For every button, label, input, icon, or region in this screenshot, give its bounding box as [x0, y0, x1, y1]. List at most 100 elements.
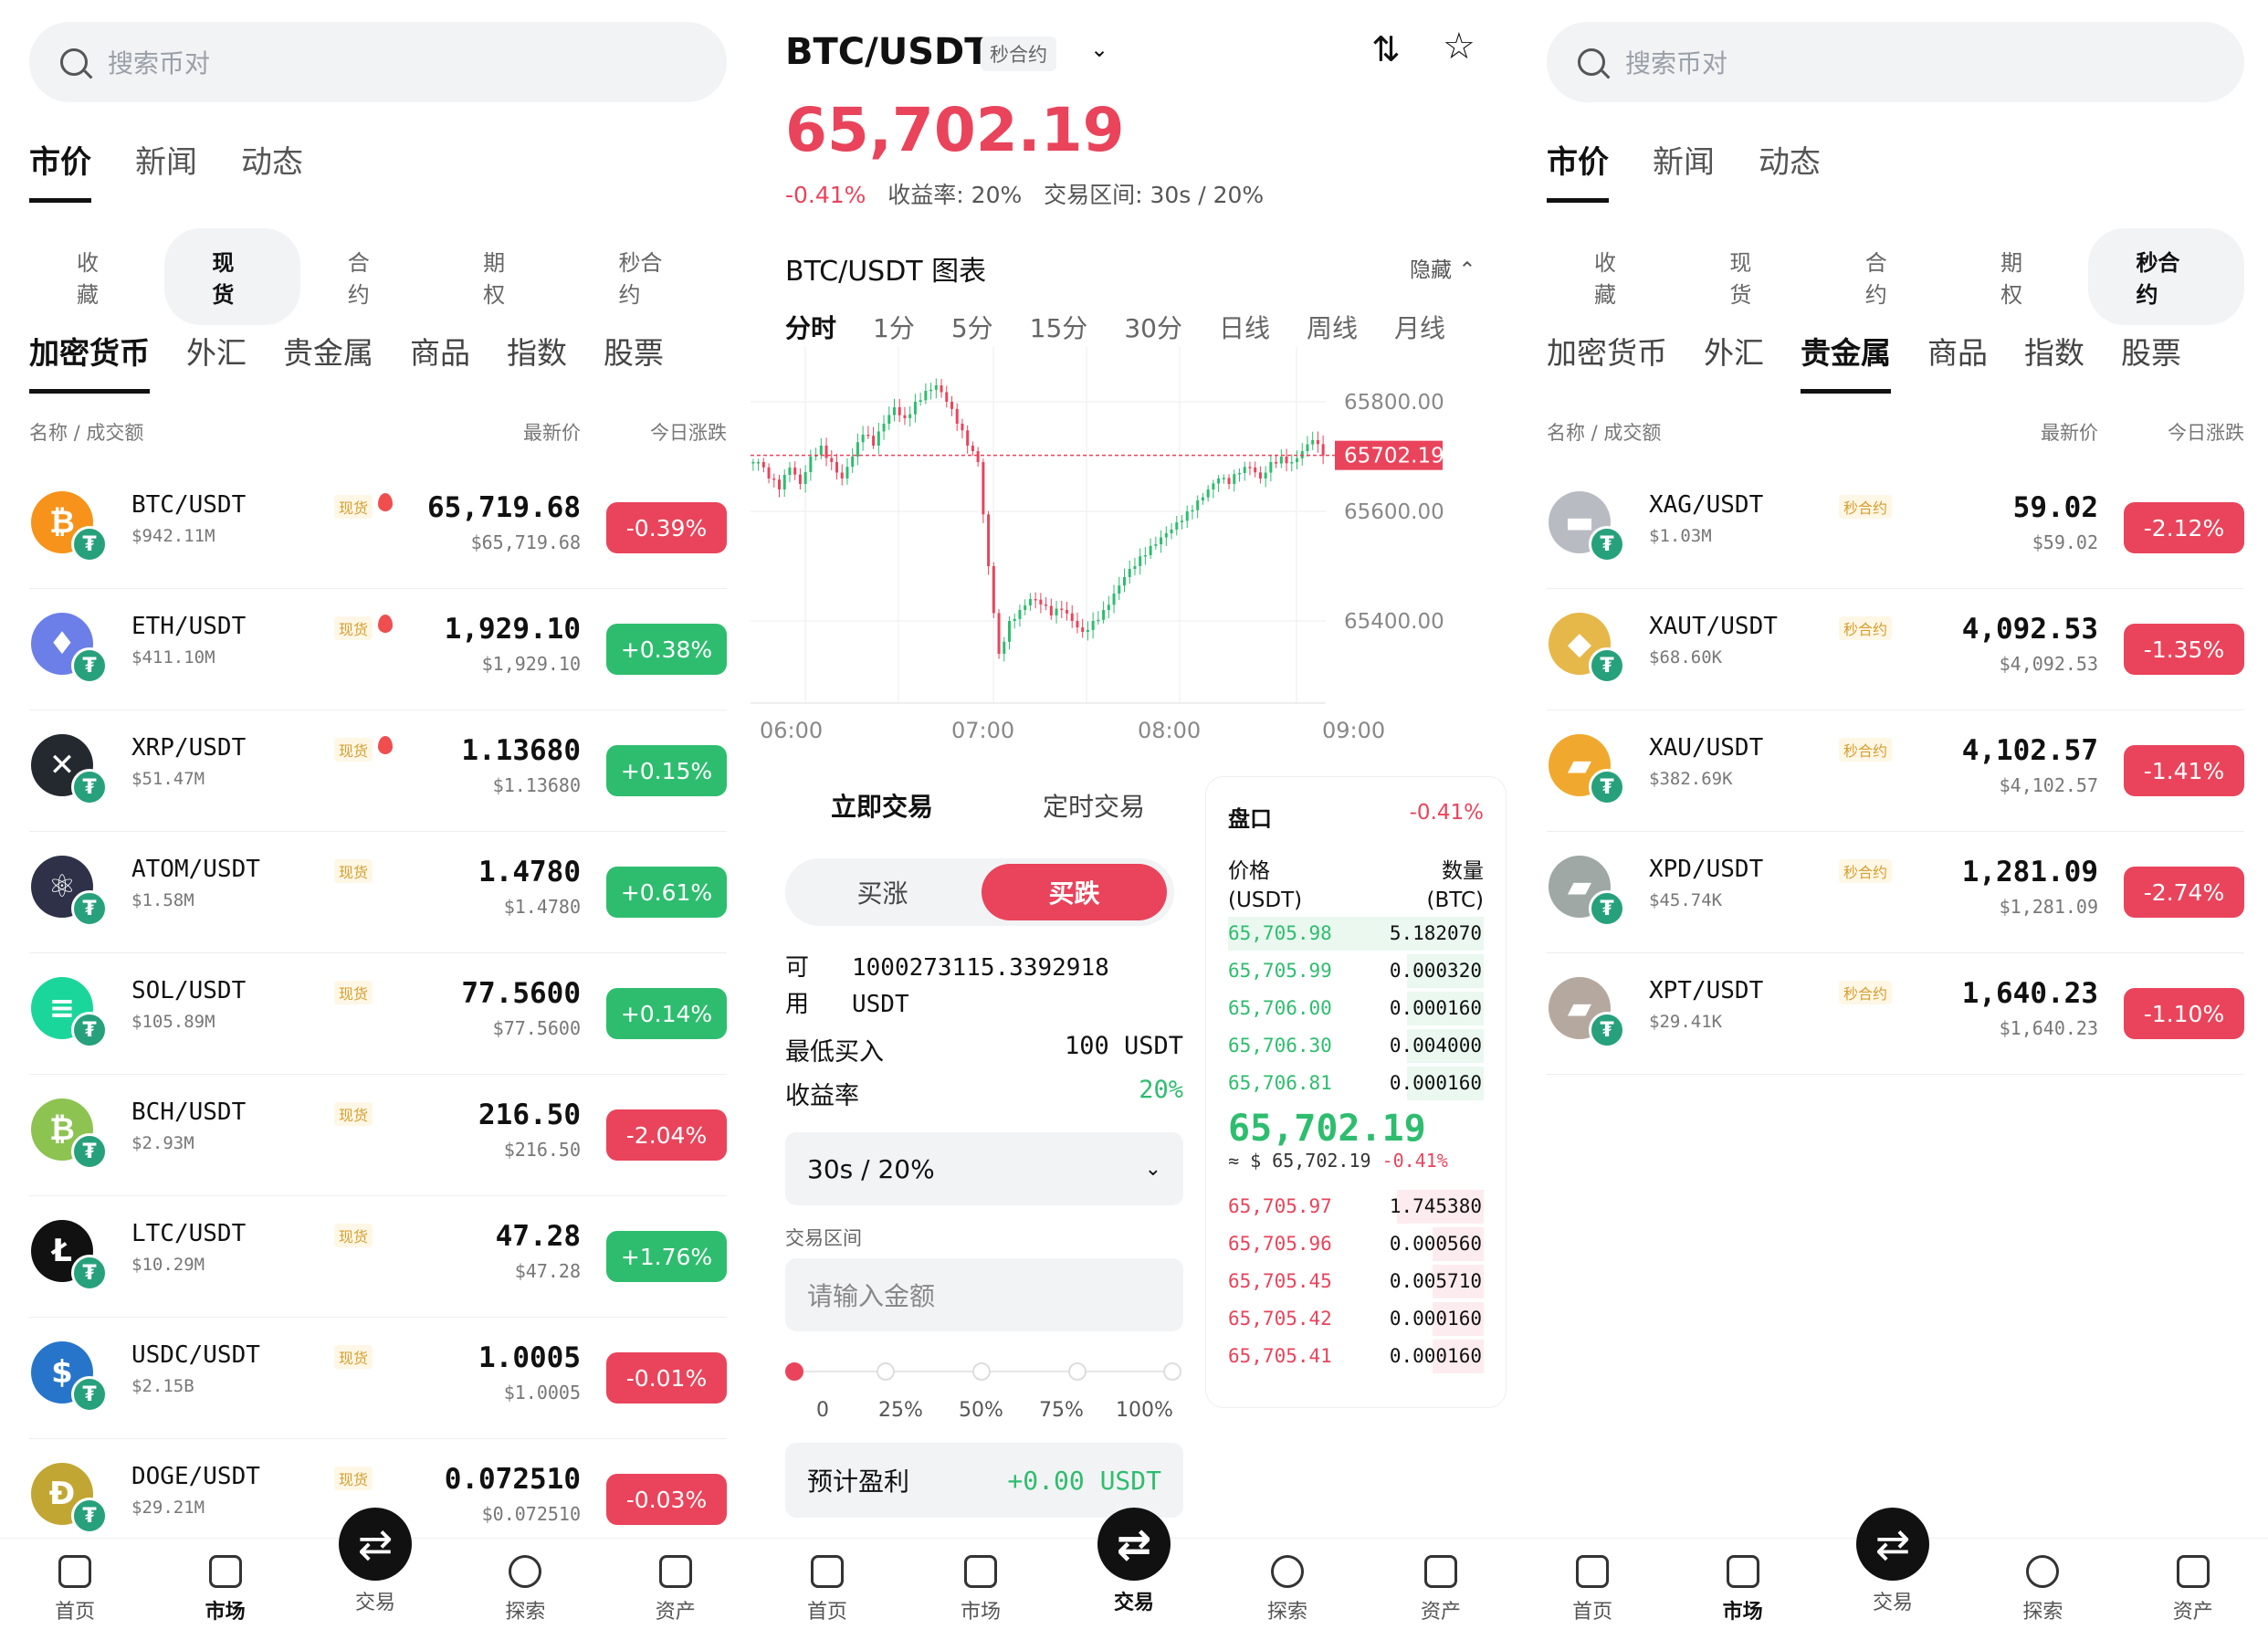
interval-tab[interactable]: 日线 — [1219, 309, 1270, 345]
market-row[interactable]: ▰ ₮ XAU/USDT $382.69K 秒合约 4,102.57 $4,102.57 -1… — [1547, 710, 2244, 832]
amount-slider[interactable] — [785, 1361, 1183, 1382]
nav-explore[interactable]: 探索 — [1233, 1539, 1342, 1640]
buy-up-button[interactable]: 买涨 — [785, 858, 980, 926]
nav-explore[interactable]: 探索 — [470, 1539, 580, 1640]
cat-indices[interactable]: 指数 — [2024, 329, 2084, 394]
market-row[interactable]: ✕ ₮ XRP/USDT $51.47M 现货 1.13680 $1.13680 +0.15% — [29, 710, 727, 832]
market-row[interactable]: ₿ ₮ BCH/USDT $2.93M 现货 216.50 $216.50 -2.04% — [29, 1075, 727, 1196]
change-badge[interactable]: +0.38% — [606, 624, 727, 675]
market-row[interactable]: ▰ ₮ XPD/USDT $45.74K 秒合约 1,281.09 $1,281.09 -2.… — [1547, 832, 2244, 953]
tab-market[interactable]: 市价 — [29, 137, 91, 203]
nav-market[interactable]: 市场 — [1688, 1539, 1798, 1640]
market-row[interactable]: ◆ ₮ XAUT/USDT $68.60K 秒合约 4,092.53 $4,092.53 -1… — [1547, 589, 2244, 710]
bid-row[interactable]: 65,706.00 0.000160 — [1228, 990, 1484, 1027]
ask-row[interactable]: 65,705.42 0.000160 — [1228, 1300, 1484, 1338]
cat-stocks[interactable]: 股票 — [604, 329, 664, 394]
market-row[interactable]: ₿ ₮ BTC/USDT $942.11M 现货 65,719.68 $65,719.68-… — [29, 468, 727, 589]
cat-forex[interactable]: 外汇 — [186, 329, 247, 394]
nav-trade[interactable]: ⇄ 交易 — [320, 1508, 430, 1640]
star-icon[interactable]: ☆ — [1443, 26, 1475, 68]
pill-options[interactable]: 期权 — [436, 228, 571, 325]
change-badge[interactable]: +0.14% — [606, 988, 727, 1039]
change-badge[interactable]: -1.35% — [2124, 624, 2244, 675]
change-badge[interactable]: -1.41% — [2124, 745, 2244, 796]
buy-down-button[interactable]: 买跌 — [982, 864, 1167, 920]
change-badge[interactable]: -1.10% — [2124, 988, 2244, 1039]
pill-futures[interactable]: 合约 — [300, 228, 436, 325]
tab-market[interactable]: 市价 — [1547, 137, 1609, 203]
ask-row[interactable]: 65,705.96 0.000560 — [1228, 1225, 1484, 1263]
slider-stop[interactable] — [785, 1362, 803, 1381]
pill-spot[interactable]: 现货 — [1682, 228, 1817, 325]
bid-row[interactable]: 65,705.99 0.000320 — [1228, 952, 1484, 990]
market-row[interactable]: ▬ ₮ XAG/USDT $1.03M 秒合约 59.02 $59.02 -2.12% — [1547, 468, 2244, 589]
pill-options[interactable]: 期权 — [1953, 228, 2088, 325]
cat-commodities[interactable]: 商品 — [1927, 329, 1988, 394]
nav-assets[interactable]: 资产 — [1386, 1539, 1496, 1640]
pill-favorites[interactable]: 收藏 — [1547, 228, 1682, 325]
change-badge[interactable]: -2.12% — [2124, 502, 2244, 553]
change-badge[interactable]: -0.39% — [606, 502, 727, 553]
cat-forex[interactable]: 外汇 — [1704, 329, 1764, 394]
price-chart[interactable]: 65702.19 65800.00 65600.00 65400.00 06:00 07:… — [751, 347, 1517, 749]
chevron-down-icon[interactable]: ⌄ — [1090, 37, 1108, 62]
change-badge[interactable]: -0.01% — [606, 1352, 727, 1403]
cat-crypto[interactable]: 加密货币 — [29, 329, 150, 394]
cat-metals[interactable]: 贵金属 — [283, 329, 373, 394]
change-badge[interactable]: +0.15% — [606, 745, 727, 796]
ask-row[interactable]: 65,705.41 0.000160 — [1228, 1338, 1484, 1375]
market-row[interactable]: ⚛ ₮ ATOM/USDT $1.58M 现货 1.4780 $1.4780 +0.61% — [29, 832, 727, 953]
change-badge[interactable]: +1.76% — [606, 1231, 727, 1282]
change-badge[interactable]: +0.61% — [606, 867, 727, 918]
nav-trade[interactable]: ⇄ 交易 — [1838, 1508, 1948, 1640]
pill-second-contract[interactable]: 秒合约 — [571, 228, 727, 325]
change-badge[interactable]: -2.74% — [2124, 867, 2244, 918]
interval-tab[interactable]: 1分 — [873, 309, 915, 345]
nav-market[interactable]: 市场 — [171, 1539, 280, 1640]
search-input[interactable]: 搜索币对 — [29, 22, 727, 102]
market-row[interactable]: $ ₮ USDC/USDT $2.15B 现货 1.0005 $1.0005 -0.01% — [29, 1318, 727, 1439]
cat-metals[interactable]: 贵金属 — [1801, 329, 1891, 394]
cat-stocks[interactable]: 股票 — [2121, 329, 2181, 394]
cat-crypto[interactable]: 加密货币 — [1547, 329, 1667, 394]
period-select[interactable]: 30s / 20% ⌄ — [785, 1132, 1183, 1205]
bid-row[interactable]: 65,706.81 0.000160 — [1228, 1065, 1484, 1102]
pill-second-contract[interactable]: 秒合约 — [2088, 228, 2244, 325]
slider-stop[interactable] — [1163, 1362, 1181, 1381]
slider-stop[interactable] — [972, 1362, 991, 1381]
nav-home[interactable]: 首页 — [772, 1539, 882, 1640]
interval-tab[interactable]: 周线 — [1307, 309, 1358, 345]
market-row[interactable]: Ł ₮ LTC/USDT $10.29M 现货 47.28 $47.28 +1.76% — [29, 1196, 727, 1318]
market-row[interactable]: ♦ ₮ ETH/USDT $411.10M 现货 1,929.10 $1,929.10 +0.… — [29, 589, 727, 710]
tab-feed[interactable]: 动态 — [1759, 137, 1821, 203]
change-badge[interactable]: -2.04% — [606, 1109, 727, 1161]
ask-row[interactable]: 65,705.97 1.745380 — [1228, 1188, 1484, 1225]
nav-assets[interactable]: 资产 — [621, 1539, 730, 1640]
ask-row[interactable]: 65,705.45 0.005710 — [1228, 1263, 1484, 1300]
nav-explore[interactable]: 探索 — [1988, 1539, 2097, 1640]
nav-assets[interactable]: 资产 — [2138, 1539, 2248, 1640]
nav-home[interactable]: 首页 — [1538, 1539, 1647, 1640]
interval-tab[interactable]: 分时 — [785, 309, 836, 345]
search-input[interactable]: 搜索币对 — [1547, 22, 2244, 102]
tab-feed[interactable]: 动态 — [241, 137, 303, 203]
nav-home[interactable]: 首页 — [20, 1539, 130, 1640]
change-badge[interactable]: -0.03% — [606, 1474, 727, 1525]
slider-stop[interactable] — [877, 1362, 895, 1381]
interval-tab[interactable]: 15分 — [1030, 309, 1088, 345]
pill-spot[interactable]: 现货 — [164, 228, 300, 325]
market-row[interactable]: ≡ ₮ SOL/USDT $105.89M 现货 77.5600 $77.5600 +0.14… — [29, 953, 727, 1075]
slider-stop[interactable] — [1068, 1362, 1087, 1381]
interval-tab[interactable]: 月线 — [1394, 309, 1445, 345]
tab-news[interactable]: 新闻 — [135, 137, 197, 203]
amount-input[interactable]: 请输入金额 — [785, 1258, 1183, 1331]
nav-market[interactable]: 市场 — [926, 1539, 1035, 1640]
cat-indices[interactable]: 指数 — [507, 329, 567, 394]
tab-instant-trade[interactable]: 立即交易 — [831, 787, 933, 824]
sort-arrows-icon[interactable]: ⇅ — [1371, 29, 1401, 69]
interval-tab[interactable]: 30分 — [1124, 309, 1182, 345]
pill-futures[interactable]: 合约 — [1818, 228, 1953, 325]
tab-news[interactable]: 新闻 — [1653, 137, 1715, 203]
bid-row[interactable]: 65,705.98 5.182070 — [1228, 915, 1484, 952]
hide-chart-button[interactable]: 隐藏 ⌃ — [1410, 252, 1476, 283]
